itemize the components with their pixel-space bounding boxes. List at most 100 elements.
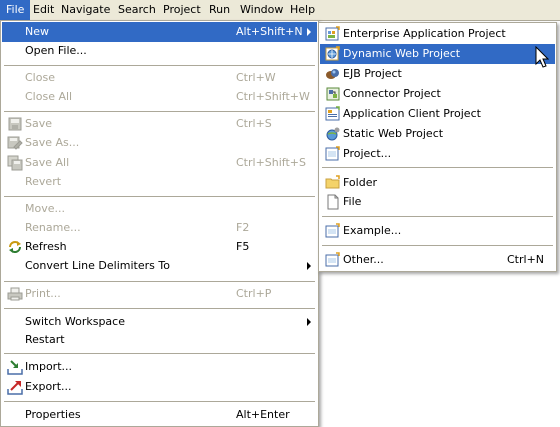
menu-item-open-file[interactable]: Open File... [2, 41, 317, 61]
menu-item-accelerator: Alt+Shift+N [236, 25, 303, 38]
example-icon [325, 223, 341, 239]
menu-item-label: Save As... [25, 136, 80, 149]
menu-item-save-as[interactable]: Save As... [2, 133, 317, 153]
menu-item-label: Static Web Project [343, 127, 444, 140]
menu-item-convert-line-delimiters[interactable]: Convert Line Delimiters To [2, 256, 317, 276]
menu-item-label: Revert [25, 175, 62, 188]
new-project-icon [325, 146, 341, 162]
menu-item-label: Connector Project [343, 87, 441, 100]
menu-item-accelerator: Ctrl+Shift+W [236, 90, 310, 103]
menu-item-accelerator: F5 [236, 240, 250, 253]
submenu-item-project[interactable]: Project... [320, 144, 555, 164]
enterprise-application-project-icon [325, 26, 341, 42]
menu-item-restart[interactable]: Restart [2, 330, 317, 350]
save-as-icon [7, 135, 23, 151]
print-icon [7, 286, 23, 302]
menu-item-label: Switch Workspace [25, 315, 125, 328]
menu-separator [4, 308, 315, 310]
menu-window[interactable]: Window [234, 0, 289, 20]
export-icon [7, 379, 23, 395]
menu-item-accelerator: Ctrl+W [236, 71, 276, 84]
menu-item-label: Example... [343, 224, 402, 237]
menu-separator [322, 216, 553, 218]
submenu-item-connector-project[interactable]: Connector Project [320, 84, 555, 104]
submenu-item-other[interactable]: Other... Ctrl+N [320, 250, 555, 270]
menu-item-label: New [25, 25, 49, 38]
other-wizard-icon [325, 252, 341, 268]
new-submenu: Enterprise Application Project Dynamic W… [318, 22, 557, 272]
menu-item-save[interactable]: Save Ctrl+S [2, 114, 317, 134]
menu-bar: File Edit Navigate Search Project Run Wi… [0, 0, 560, 21]
menu-item-label: Folder [343, 176, 377, 189]
menu-item-label: File [343, 195, 362, 208]
submenu-item-application-client-project[interactable]: Application Client Project [320, 104, 555, 124]
save-all-icon [7, 155, 23, 171]
menu-item-export[interactable]: Export... [2, 377, 317, 397]
menu-item-label: Export... [25, 380, 72, 393]
menu-item-label: Restart [25, 333, 65, 346]
menu-item-save-all[interactable]: Save All Ctrl+Shift+S [2, 153, 317, 173]
menu-project[interactable]: Project [157, 0, 207, 20]
menu-item-revert[interactable]: Revert [2, 172, 317, 192]
menu-run[interactable]: Run [203, 0, 236, 20]
submenu-arrow-icon [307, 262, 311, 270]
menu-item-import[interactable]: Import... [2, 357, 317, 377]
mouse-cursor-icon [535, 46, 549, 68]
menu-navigate[interactable]: Navigate [55, 0, 116, 20]
application-client-project-icon [325, 106, 341, 122]
menu-item-label: Dynamic Web Project [343, 47, 461, 60]
menu-separator [4, 65, 315, 67]
refresh-icon [7, 239, 23, 255]
menu-item-rename[interactable]: Rename... F2 [2, 218, 317, 238]
menu-item-label: Save [25, 117, 53, 130]
menu-separator [4, 353, 315, 355]
menu-separator [4, 196, 315, 198]
submenu-item-example[interactable]: Example... [320, 221, 555, 241]
menu-item-label: Open File... [25, 44, 87, 57]
menu-item-label: Other... [343, 253, 384, 266]
menu-item-label: Move... [25, 202, 65, 215]
menu-item-label: Properties [25, 408, 81, 421]
menu-item-label: Close [25, 71, 55, 84]
save-icon [7, 116, 23, 132]
menu-item-accelerator: Ctrl+P [236, 287, 272, 300]
submenu-item-enterprise-application-project[interactable]: Enterprise Application Project [320, 24, 555, 44]
menu-item-label: Rename... [25, 221, 81, 234]
menu-item-label: Print... [25, 287, 61, 300]
dynamic-web-project-icon [325, 46, 341, 62]
menu-item-print[interactable]: Print... Ctrl+P [2, 284, 317, 304]
menu-item-label: Close All [25, 90, 73, 103]
menu-item-switch-workspace[interactable]: Switch Workspace [2, 312, 317, 332]
menu-item-accelerator: F2 [236, 221, 250, 234]
menu-separator [4, 401, 315, 403]
menu-item-accelerator: Ctrl+S [236, 117, 272, 130]
menu-file[interactable]: File [0, 0, 31, 20]
menu-help[interactable]: Help [284, 0, 321, 20]
submenu-item-dynamic-web-project[interactable]: Dynamic Web Project [320, 44, 555, 64]
submenu-arrow-icon [307, 28, 311, 36]
menu-item-accelerator: Alt+Enter [236, 408, 290, 421]
menu-search[interactable]: Search [112, 0, 162, 20]
menu-item-label: Application Client Project [343, 107, 481, 120]
menu-item-close-all[interactable]: Close All Ctrl+Shift+W [2, 87, 317, 107]
submenu-arrow-icon [307, 318, 311, 326]
menu-item-accelerator: Ctrl+Shift+S [236, 156, 306, 169]
static-web-project-icon [325, 126, 341, 142]
file-menu: New Alt+Shift+N Open File... Close Ctrl+… [0, 20, 319, 427]
menu-item-label: Save All [25, 156, 70, 169]
menu-item-properties[interactable]: Properties Alt+Enter [2, 405, 317, 425]
menu-item-label: EJB Project [343, 67, 402, 80]
submenu-item-folder[interactable]: Folder [320, 173, 555, 193]
submenu-item-static-web-project[interactable]: Static Web Project [320, 124, 555, 144]
menu-item-close[interactable]: Close Ctrl+W [2, 68, 317, 88]
submenu-item-ejb-project[interactable]: EJB Project [320, 64, 555, 84]
submenu-item-file[interactable]: File [320, 192, 555, 212]
menu-item-label: Project... [343, 147, 392, 160]
menu-item-label: Convert Line Delimiters To [25, 259, 170, 272]
menu-separator [4, 281, 315, 283]
menu-item-label: Refresh [25, 240, 67, 253]
menu-item-refresh[interactable]: Refresh F5 [2, 237, 317, 257]
menu-item-move[interactable]: Move... [2, 199, 317, 219]
menu-separator [4, 111, 315, 113]
menu-item-new[interactable]: New Alt+Shift+N [2, 22, 317, 42]
